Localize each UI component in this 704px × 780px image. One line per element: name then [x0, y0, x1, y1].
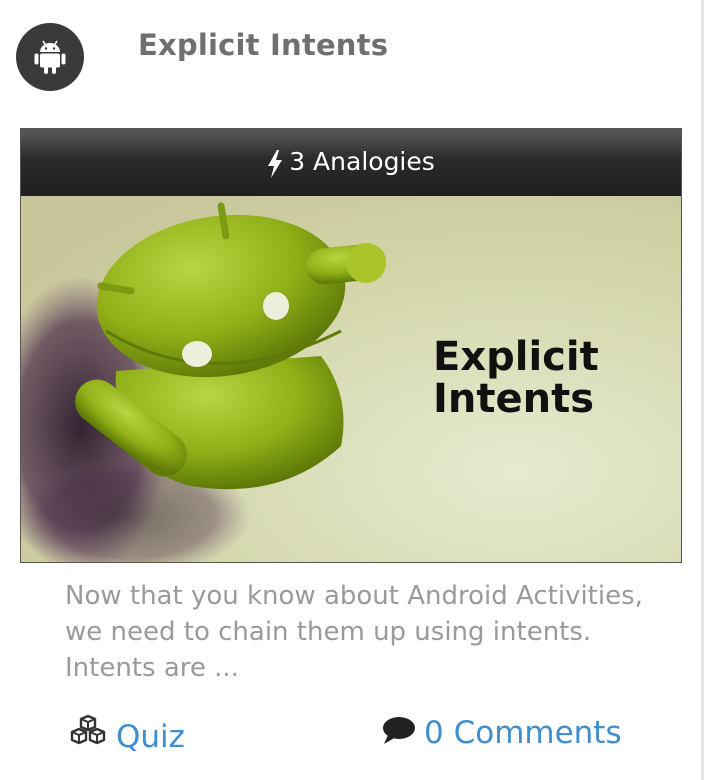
comments-label: 0 Comments: [424, 715, 622, 751]
thumbnail-title-line1: Explicit: [433, 334, 599, 380]
bolt-icon: [267, 130, 283, 196]
thumbnail-title: Explicit Intents: [433, 336, 599, 420]
analogies-bar[interactable]: 3 Analogies: [21, 129, 681, 196]
post-card[interactable]: 3 Analogies Explicit Intents: [20, 128, 682, 563]
quiz-label: Quiz: [116, 719, 185, 755]
thumbnail-title-line2: Intents: [433, 376, 595, 422]
post-thumbnail[interactable]: Explicit Intents: [21, 196, 681, 562]
comment-icon: [383, 717, 415, 744]
post-excerpt: Now that you know about Android Activiti…: [65, 581, 643, 683]
android-icon: [34, 40, 66, 74]
analogies-label: 3 Analogies: [289, 147, 435, 176]
quiz-link[interactable]: Quiz: [68, 714, 185, 755]
post-title[interactable]: Explicit Intents: [138, 28, 388, 62]
cubes-icon: [70, 714, 106, 745]
post-header: Explicit Intents: [0, 0, 700, 100]
avatar[interactable]: [16, 23, 84, 91]
comments-link[interactable]: 0 Comments: [382, 715, 622, 751]
